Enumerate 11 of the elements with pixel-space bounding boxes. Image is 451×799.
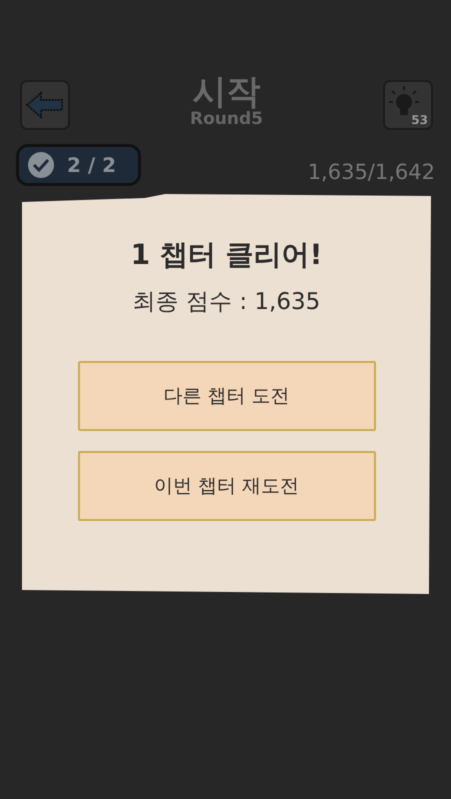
check-circle-icon: [27, 151, 55, 179]
hint-count: 53: [411, 113, 428, 127]
score-total: 1,635/1,642: [308, 160, 435, 184]
back-arrow-icon: [25, 90, 65, 120]
back-button[interactable]: [20, 80, 70, 130]
dialog-button[interactable]: 다른 챕터 도전: [78, 361, 376, 431]
stage-progress-badge: 2 / 2: [16, 144, 142, 186]
hint-button[interactable]: 53: [382, 80, 433, 130]
dialog-title: 1 챕터 클리어!: [130, 237, 322, 273]
dialog-button[interactable]: 이번 챕터 재도전: [78, 451, 376, 521]
final-score: 최종 점수 : 1,635: [132, 288, 320, 317]
